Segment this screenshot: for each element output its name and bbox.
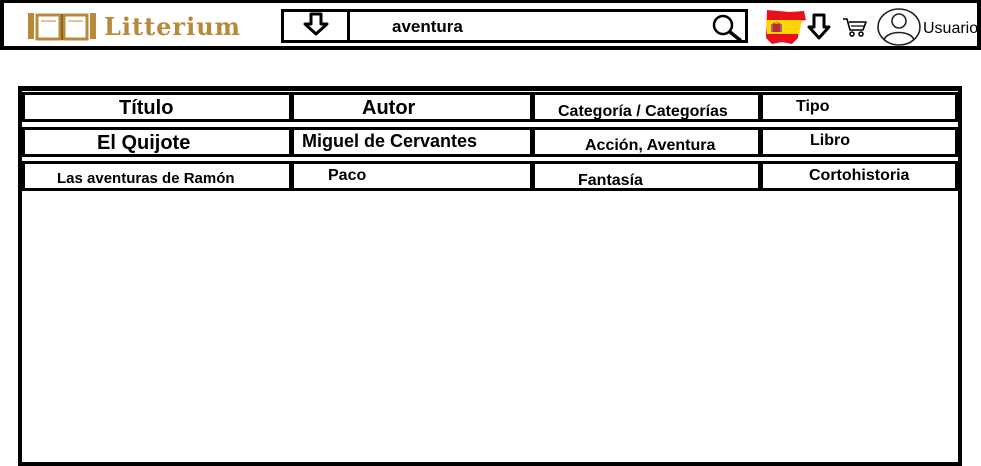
results-table: Título Autor Categoría / Categorías Tipo… [18,86,962,466]
arrow-down-icon [807,13,831,45]
cell-category: Acción, Aventura [532,127,761,157]
brand-logo[interactable]: Litterium [26,8,241,44]
spain-flag-icon[interactable] [764,8,808,50]
cell-title: El Quijote [22,127,292,157]
header-author[interactable]: Autor [291,92,533,122]
cell-author: Paco [291,161,533,191]
header-title[interactable]: Título [22,92,292,122]
table-row[interactable]: Las aventuras de Ramón Paco Fantasía Cor… [22,161,958,191]
header-type[interactable]: Tipo [760,92,958,122]
table-header-row: Título Autor Categoría / Categorías Tipo [22,92,958,122]
search-icon[interactable] [709,13,743,45]
brand-name: Litterium [104,11,242,41]
cell-type: Cortohistoria [760,161,958,191]
open-book-icon [26,9,98,43]
cell-category: Fantasía [532,161,761,191]
cell-type: Libro [760,127,958,157]
search-bar [281,9,748,43]
table-row[interactable]: El Quijote Miguel de Cervantes Acción, A… [22,127,958,157]
cell-title: Las aventuras de Ramón [22,161,292,191]
user-label: Usuario [923,20,979,37]
cart-icon[interactable] [842,16,868,42]
header-category[interactable]: Categoría / Categorías [532,92,761,122]
search-filter-dropdown[interactable] [284,12,350,40]
top-bar: Litterium aventura Usuario [0,0,981,50]
user-avatar-icon [876,7,922,51]
user-menu[interactable]: Usuario [876,7,978,51]
cell-author: Miguel de Cervantes [291,127,533,157]
arrow-down-icon [303,12,329,40]
search-input[interactable] [356,15,722,39]
language-dropdown[interactable] [807,13,831,45]
